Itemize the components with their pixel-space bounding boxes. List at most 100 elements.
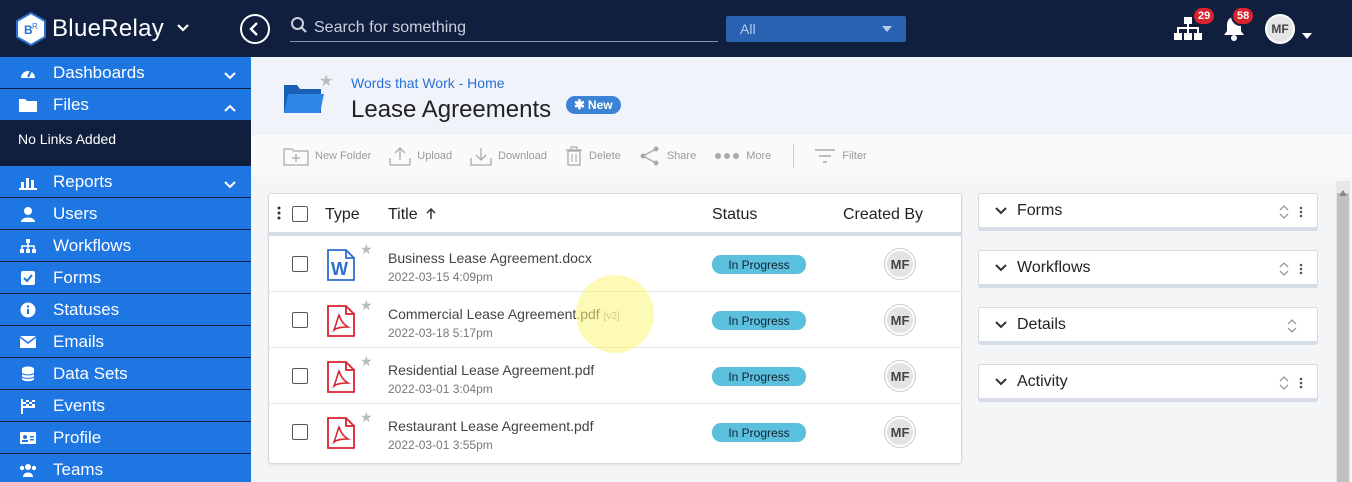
sidebar-item-profile[interactable]: Profile: [0, 422, 251, 454]
file-title-text: Residential Lease Agreement.pdf: [388, 362, 595, 378]
sidebar-item-label: Statuses: [53, 299, 120, 319]
file-title-link[interactable]: Commercial Lease Agreement.pdf [v2]: [388, 306, 620, 322]
favorite-star-icon[interactable]: ★: [360, 297, 373, 314]
sidebar-item-teams[interactable]: Teams: [0, 454, 251, 482]
caret-down-icon[interactable]: [1302, 26, 1312, 44]
sidebar-item-users[interactable]: Users: [0, 198, 251, 230]
sidebar-item-data-sets[interactable]: Data Sets: [0, 358, 251, 390]
file-title-link[interactable]: Restaurant Lease Agreement.pdf: [388, 418, 597, 434]
chart-icon: [18, 172, 38, 192]
sidebar-item-label: Workflows: [53, 235, 132, 255]
panel-activity[interactable]: Activity: [978, 364, 1318, 402]
notifications-button[interactable]: 58: [1221, 6, 1256, 47]
upload-button[interactable]: Upload: [389, 146, 452, 166]
sitemap-icon: [18, 236, 38, 256]
info-icon: [18, 300, 38, 320]
column-header-created-by[interactable]: Created By: [843, 206, 923, 224]
panel-details[interactable]: Details: [978, 307, 1318, 345]
sidebar-item-workflows[interactable]: Workflows: [0, 230, 251, 262]
org-chart-button[interactable]: 29: [1172, 6, 1217, 47]
table-row[interactable]: ★ Residential Lease Agreement.pdf 2022-0…: [269, 348, 961, 404]
share-button[interactable]: Share: [639, 146, 696, 166]
table-row[interactable]: ★ Restaurant Lease Agreement.pdf 2022-03…: [269, 404, 961, 460]
envelope-icon: [18, 332, 38, 352]
file-title-link[interactable]: Residential Lease Agreement.pdf: [388, 362, 598, 378]
sidebar-item-dashboards[interactable]: Dashboards: [0, 57, 251, 89]
sidebar-item-reports[interactable]: Reports: [0, 166, 251, 198]
filter-icon: [815, 149, 836, 163]
favorite-star-icon[interactable]: ★: [319, 71, 333, 91]
new-badge-label: New: [587, 98, 613, 112]
chevron-down-icon: [995, 202, 1007, 220]
delete-button[interactable]: Delete: [565, 146, 621, 166]
panel-workflows[interactable]: Workflows: [978, 250, 1318, 288]
file-table: Type Title Status Created By W ★ Busines…: [268, 193, 962, 464]
search-icon[interactable]: [290, 16, 308, 39]
sidebar-item-forms[interactable]: Forms: [0, 262, 251, 294]
select-all-checkbox[interactable]: [292, 206, 308, 222]
panel-title: Forms: [1017, 201, 1063, 219]
column-header-status[interactable]: Status: [712, 206, 757, 224]
creator-avatar[interactable]: MF: [885, 417, 915, 447]
sidebar-item-label: Dashboards: [53, 62, 145, 82]
file-title-text: Business Lease Agreement.docx: [388, 250, 592, 266]
sort-icon[interactable]: [1279, 205, 1289, 224]
sidebar-item-statuses[interactable]: Statuses: [0, 294, 251, 326]
sidebar-item-emails[interactable]: Emails: [0, 326, 251, 358]
panel-title: Details: [1017, 315, 1066, 333]
row-checkbox[interactable]: [292, 424, 308, 440]
chevron-down-icon[interactable]: [176, 20, 190, 38]
new-folder-button[interactable]: New Folder: [283, 146, 371, 166]
brand-name: BlueRelay: [52, 15, 165, 42]
filter-button[interactable]: Filter: [814, 148, 867, 164]
creator-avatar[interactable]: MF: [885, 361, 915, 391]
creator-avatar[interactable]: MF: [885, 249, 915, 279]
favorite-star-icon[interactable]: ★: [360, 353, 373, 370]
file-date: 2022-03-15 4:09pm: [388, 270, 493, 284]
brand-menu[interactable]: B R BlueRelay: [16, 11, 190, 47]
sort-icon[interactable]: [1287, 319, 1297, 338]
row-checkbox[interactable]: [292, 256, 308, 272]
search-scope-select[interactable]: All: [726, 16, 906, 42]
chevron-down-icon: [995, 316, 1007, 334]
table-header: Type Title Status Created By: [269, 194, 961, 236]
id-card-icon: [18, 428, 38, 448]
panel-menu-icon[interactable]: [1299, 262, 1303, 281]
row-checkbox[interactable]: [292, 312, 308, 328]
sidebar-item-label: Events: [53, 395, 105, 415]
favorite-star-icon[interactable]: ★: [360, 409, 373, 426]
upload-icon: [389, 147, 411, 166]
table-row[interactable]: W ★ Business Lease Agreement.docx 2022-0…: [269, 236, 961, 292]
row-checkbox[interactable]: [292, 368, 308, 384]
sidebar-item-events[interactable]: Events: [0, 390, 251, 422]
back-button[interactable]: [240, 14, 270, 44]
file-title-link[interactable]: Business Lease Agreement.docx: [388, 250, 596, 266]
column-menu-icon[interactable]: [277, 206, 281, 225]
sidebar-item-files[interactable]: Files: [0, 89, 251, 121]
panel-menu-icon[interactable]: [1299, 376, 1303, 395]
share-label: Share: [666, 150, 697, 162]
status-badge: In Progress: [712, 423, 806, 442]
file-toolbar: New Folder Upload Download Delete Share …: [251, 135, 1352, 177]
breadcrumb-link[interactable]: Words that Work - Home: [351, 75, 505, 91]
user-avatar[interactable]: MF: [1265, 14, 1295, 44]
download-button[interactable]: Download: [470, 146, 547, 166]
sort-icon[interactable]: [1279, 376, 1289, 395]
new-badge[interactable]: ✱ New: [566, 96, 621, 114]
sort-icon[interactable]: [1279, 262, 1289, 281]
panel-menu-icon[interactable]: [1299, 205, 1303, 224]
column-header-type[interactable]: Type: [325, 206, 360, 224]
search-input[interactable]: [314, 18, 704, 37]
creator-avatar[interactable]: MF: [885, 305, 915, 335]
scroll-up-icon[interactable]: [1339, 183, 1347, 201]
favorite-star-icon[interactable]: ★: [360, 241, 373, 258]
top-bar: B R BlueRelay All 29: [0, 0, 1352, 57]
panel-forms[interactable]: Forms: [978, 193, 1318, 231]
svg-text:R: R: [32, 22, 38, 31]
svg-text:W: W: [331, 259, 348, 279]
scrollbar-thumb[interactable]: [1337, 193, 1349, 482]
more-button[interactable]: More: [714, 150, 771, 162]
share-icon: [640, 146, 659, 166]
column-header-title[interactable]: Title: [388, 206, 436, 224]
table-row[interactable]: ★ Commercial Lease Agreement.pdf [v2] 202…: [269, 292, 961, 348]
